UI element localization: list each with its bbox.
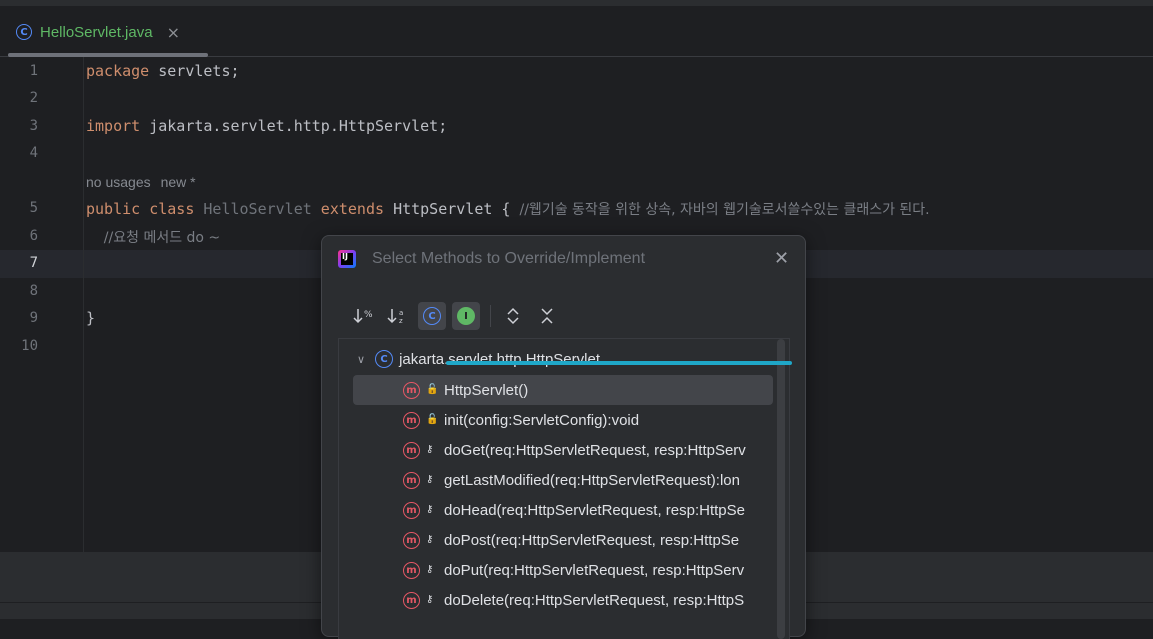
method-icon: m xyxy=(403,411,420,429)
svg-text:%: % xyxy=(364,310,373,320)
code-line-5: public class HelloServlet extends HttpSe… xyxy=(86,199,930,219)
annotation-underline xyxy=(446,361,792,365)
parent-class: HttpServlet { xyxy=(393,200,520,218)
line-number: 8 xyxy=(29,283,38,299)
close-icon[interactable]: × xyxy=(167,23,180,42)
keyword: public xyxy=(86,200,141,218)
method-row[interactable]: m 🔓 HttpServlet() xyxy=(353,375,773,405)
chevron-down-icon[interactable]: ∨ xyxy=(357,353,365,366)
expand-all-button[interactable] xyxy=(499,302,527,330)
method-icon: m xyxy=(403,441,420,459)
keyword: extends xyxy=(311,200,394,218)
override-methods-dialog[interactable]: IJ Select Methods to Override/Implement … xyxy=(321,235,806,639)
dialog-title: Select Methods to Override/Implement xyxy=(372,250,646,267)
toolbar-separator xyxy=(490,305,491,327)
method-row[interactable]: m ⚷ getLastModified(req:HttpServletReque… xyxy=(353,465,773,495)
method-label: doPost(req:HttpServletRequest, resp:Http… xyxy=(444,531,740,549)
protected-key-icon: ⚷ xyxy=(426,534,434,545)
code-line-3: import jakarta.servlet.http.HttpServlet; xyxy=(86,117,447,135)
collapse-all-button[interactable] xyxy=(533,302,561,330)
public-lock-icon: 🔓 xyxy=(426,384,439,395)
public-lock-icon: 🔓 xyxy=(426,414,439,425)
protected-key-icon: ⚷ xyxy=(426,444,434,455)
svg-text:a: a xyxy=(399,309,403,317)
method-label: getLastModified(req:HttpServletRequest):… xyxy=(444,471,740,489)
method-row[interactable]: m ⚷ doGet(req:HttpServletRequest, resp:H… xyxy=(353,435,773,465)
method-icon: m xyxy=(403,501,420,519)
method-label: init(config:ServletConfig):void xyxy=(444,411,640,429)
code-text: servlets; xyxy=(149,62,240,80)
show-classes-toggle[interactable]: C xyxy=(418,302,446,330)
line-number: 1 xyxy=(29,63,38,79)
method-icon: m xyxy=(403,561,420,579)
author-hint[interactable]: new * xyxy=(161,174,196,190)
gutter-divider xyxy=(83,57,84,552)
sort-by-visibility-button[interactable]: % xyxy=(350,302,378,330)
tree-node-httpservlet[interactable]: ∨ C jakarta.servlet.http.HttpServlet xyxy=(357,349,600,369)
class-name: HelloServlet xyxy=(203,200,312,218)
method-label: doHead(req:HttpServletRequest, resp:Http… xyxy=(444,501,745,519)
intellij-icon: IJ xyxy=(338,250,356,268)
line-number: 9 xyxy=(29,310,38,326)
sort-alpha-icon: a z xyxy=(387,309,403,325)
protected-key-icon: ⚷ xyxy=(426,564,434,575)
method-row[interactable]: m ⚷ doHead(req:HttpServletRequest, resp:… xyxy=(353,495,773,525)
tab-label: HelloServlet.java xyxy=(40,23,153,41)
protected-key-icon: ⚷ xyxy=(426,594,434,605)
line-number: 4 xyxy=(29,145,38,161)
interface-icon: I xyxy=(457,307,475,325)
class-icon: C xyxy=(423,307,441,325)
method-icon: m xyxy=(403,591,420,609)
method-icon: m xyxy=(403,381,420,399)
method-icon: m xyxy=(403,531,420,549)
closing-brace: } xyxy=(86,309,96,327)
comment: //요청 메서드 do ~ xyxy=(86,230,221,246)
tree-scrollbar[interactable] xyxy=(777,339,785,639)
code-line-1: package servlets; xyxy=(86,62,240,80)
line-number: 2 xyxy=(29,90,38,106)
protected-key-icon: ⚷ xyxy=(426,474,434,485)
collapse-all-icon xyxy=(541,308,553,324)
method-label: doPut(req:HttpServletRequest, resp:HttpS… xyxy=(444,561,745,579)
method-row[interactable]: m ⚷ doPut(req:HttpServletRequest, resp:H… xyxy=(353,555,773,585)
line-number: 5 xyxy=(29,200,38,216)
line-number: 7 xyxy=(29,255,38,271)
tab-helloservlet[interactable]: C HelloServlet.java × xyxy=(8,12,208,52)
method-label: doGet(req:HttpServletRequest, resp:HttpS… xyxy=(444,441,746,459)
inlay-hint[interactable]: no usages new * xyxy=(86,174,206,190)
method-row[interactable]: m ⚷ doDelete(req:HttpServletRequest, res… xyxy=(353,585,773,615)
usages-hint[interactable]: no usages xyxy=(86,174,151,190)
method-icon: m xyxy=(403,471,420,489)
protected-key-icon: ⚷ xyxy=(426,504,434,515)
method-row[interactable]: m 🔓 init(config:ServletConfig):void xyxy=(353,405,773,435)
comment: //웹기술 동작을 위한 상속, 자바의 웹기술로서쓸수있는 클래스가 된다. xyxy=(519,202,930,218)
class-icon: C xyxy=(16,24,32,40)
dialog-toolbar: % a z C I xyxy=(350,302,790,330)
editor-tab-bar: C HelloServlet.java × xyxy=(0,6,1153,57)
code-line-9: } xyxy=(86,309,95,327)
code-line-6: //요청 메서드 do ~ xyxy=(86,227,220,247)
show-interfaces-toggle[interactable]: I xyxy=(452,302,480,330)
line-number: 10 xyxy=(21,338,38,354)
sort-visibility-icon: % xyxy=(353,309,373,324)
method-label: doDelete(req:HttpServletRequest, resp:Ht… xyxy=(444,591,745,609)
expand-all-icon xyxy=(507,307,519,325)
line-number: 6 xyxy=(29,228,38,244)
method-label: HttpServlet() xyxy=(444,381,529,399)
method-row[interactable]: m ⚷ doPost(req:HttpServletRequest, resp:… xyxy=(353,525,773,555)
line-number: 3 xyxy=(29,118,38,134)
keyword: import xyxy=(86,117,141,135)
close-icon[interactable]: ✕ xyxy=(774,248,789,269)
sort-alphabetically-button[interactable]: a z xyxy=(384,302,412,330)
class-icon: C xyxy=(375,350,394,368)
svg-text:z: z xyxy=(399,317,403,325)
methods-tree[interactable]: ∨ C jakarta.servlet.http.HttpServlet m 🔓… xyxy=(338,338,790,639)
keyword: package xyxy=(86,62,150,80)
code-text: jakarta.servlet.http.HttpServlet; xyxy=(140,117,448,135)
keyword: class xyxy=(140,200,204,218)
